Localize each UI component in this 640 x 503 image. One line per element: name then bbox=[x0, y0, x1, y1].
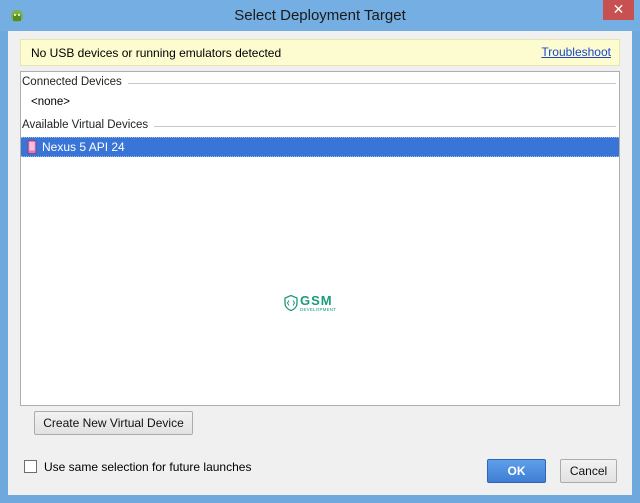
phone-icon bbox=[27, 140, 37, 154]
device-list[interactable]: Connected Devices <none> Available Virtu… bbox=[20, 71, 620, 406]
close-icon: ✕ bbox=[612, 1, 625, 17]
device-row-nexus-5-api-24[interactable]: Nexus 5 API 24 bbox=[21, 137, 619, 157]
no-devices-notice: No USB devices or running emulators dete… bbox=[20, 39, 620, 66]
cancel-button[interactable]: Cancel bbox=[560, 459, 617, 483]
dialog-body: No USB devices or running emulators dete… bbox=[8, 31, 632, 495]
title-bar[interactable]: Select Deployment Target ✕ bbox=[0, 0, 640, 31]
create-virtual-device-button[interactable]: Create New Virtual Device bbox=[34, 411, 193, 435]
watermark-text: GSM bbox=[300, 293, 333, 308]
virtual-devices-header: Available Virtual Devices bbox=[22, 117, 616, 133]
connected-devices-label: Connected Devices bbox=[22, 76, 128, 88]
watermark-logo: GSM DEVELOPMENT bbox=[284, 293, 344, 319]
device-name: Nexus 5 API 24 bbox=[42, 140, 125, 154]
same-selection-checkbox[interactable] bbox=[24, 460, 37, 473]
troubleshoot-link[interactable]: Troubleshoot bbox=[541, 45, 611, 59]
notice-message: No USB devices or running emulators dete… bbox=[31, 46, 282, 60]
connected-empty-item: <none> bbox=[31, 96, 71, 108]
dialog-window: Select Deployment Target ✕ No USB device… bbox=[0, 0, 640, 503]
code-shield-icon bbox=[284, 294, 298, 312]
ok-button[interactable]: OK bbox=[487, 459, 546, 483]
same-selection-label[interactable]: Use same selection for future launches bbox=[44, 460, 251, 474]
dialog-title: Select Deployment Target bbox=[234, 7, 406, 24]
connected-devices-header: Connected Devices bbox=[22, 74, 616, 90]
close-button[interactable]: ✕ bbox=[603, 0, 634, 20]
watermark-subtext: DEVELOPMENT bbox=[300, 307, 337, 312]
virtual-devices-label: Available Virtual Devices bbox=[22, 119, 155, 131]
